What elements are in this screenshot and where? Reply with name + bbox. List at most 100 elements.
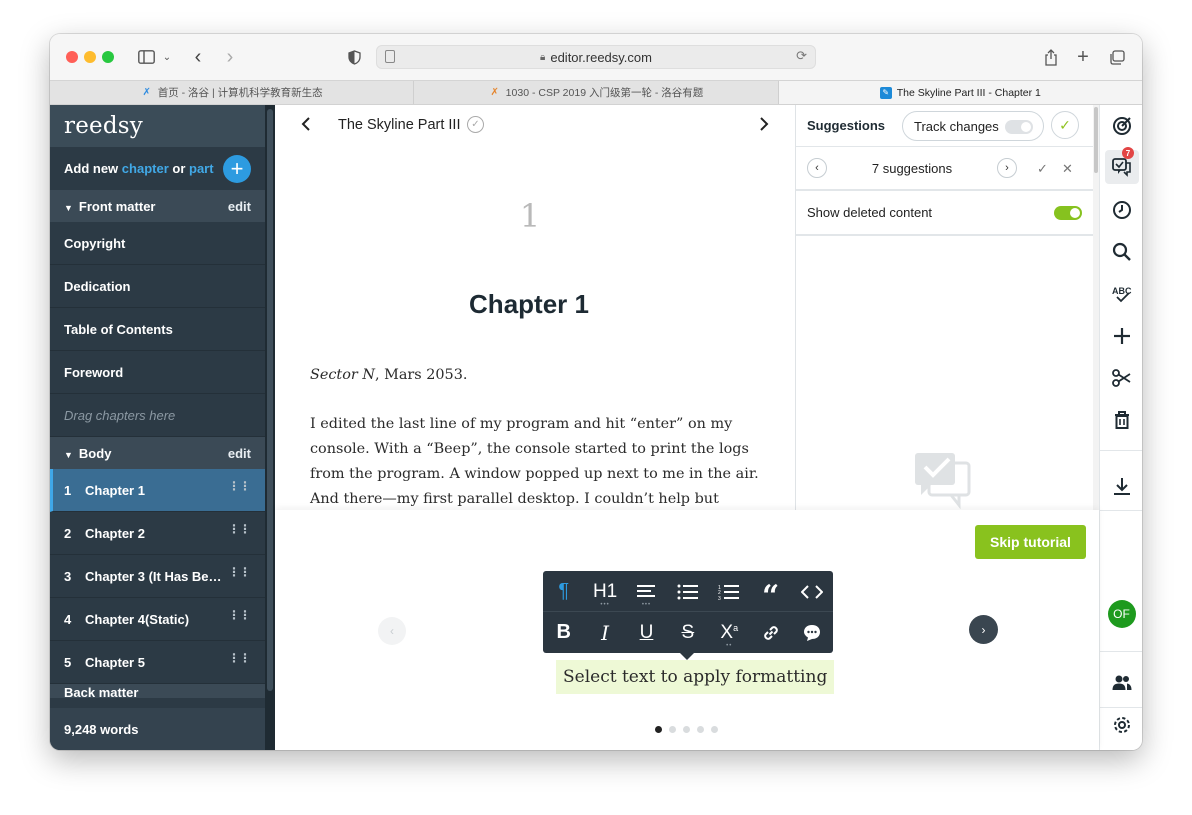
body-edit-button[interactable]: edit [228, 446, 251, 461]
sidebar-item-foreword[interactable]: Foreword [50, 351, 265, 394]
page-dot[interactable] [669, 726, 676, 733]
page-dot[interactable] [655, 726, 662, 733]
front-matter-header[interactable]: ▼ Front matter edit [50, 190, 265, 222]
reject-close-icon[interactable]: ✕ [1062, 161, 1073, 177]
chapter-title-heading[interactable]: Chapter 1 [275, 289, 783, 320]
front-matter-edit-button[interactable]: edit [228, 199, 251, 214]
cut-icon[interactable] [1100, 363, 1142, 393]
close-window-button[interactable] [66, 51, 78, 63]
reload-icon[interactable]: ⟳ [796, 48, 807, 64]
scrollbar-thumb[interactable] [1094, 107, 1098, 173]
sidebar-scrollbar[interactable] [265, 105, 275, 750]
settings-icon[interactable] [1100, 710, 1142, 740]
browser-tab-csp[interactable]: ✗ 1030 - CSP 2019 入门级第一轮 - 洛谷有题 [414, 81, 779, 104]
add-part-link[interactable]: part [189, 161, 214, 176]
sidebar-item-table-of-contents[interactable]: Table of Contents [50, 308, 265, 351]
back-matter-header[interactable]: Back matter [50, 684, 265, 698]
tab-overview-icon[interactable] [1108, 46, 1126, 68]
page-dot[interactable] [697, 726, 704, 733]
paragraph-2[interactable]: I edited the last line of my program and… [310, 412, 760, 510]
add-new-button[interactable]: + [223, 155, 251, 183]
users-icon[interactable] [1100, 668, 1142, 698]
accept-all-check-icon[interactable]: ✓ [1051, 111, 1079, 139]
address-bar[interactable]: 🔒︎ editor.reedsy.com ⟳ [376, 45, 816, 69]
paragraph-1[interactable]: Sector N, Mars 2053. [310, 363, 760, 388]
toggle-switch[interactable] [1005, 120, 1033, 134]
bullet-list-icon[interactable] [667, 571, 708, 612]
comment-icon[interactable] [791, 612, 832, 653]
add-chapter-link[interactable]: chapter [122, 161, 169, 176]
drag-handle-icon[interactable]: ⋮⋮ [228, 566, 251, 578]
history-icon[interactable] [1100, 195, 1142, 225]
sidebar-chapter-5[interactable]: 5 Chapter 5 ⋮⋮ [50, 641, 265, 684]
paragraph-icon[interactable]: ¶ [543, 571, 584, 612]
suggestions-badge: 7 [1122, 147, 1134, 159]
add-icon[interactable] [1100, 321, 1142, 351]
accept-check-icon[interactable]: ✓ [1037, 161, 1048, 177]
reader-icon[interactable] [385, 50, 395, 63]
page-dot[interactable] [683, 726, 690, 733]
tab-label: 首页 - 洛谷 | 计算机科学教育新生态 [157, 87, 323, 99]
checkmark-circle-icon[interactable]: ✓ [467, 116, 484, 133]
previous-chapter-icon[interactable] [301, 116, 311, 137]
search-icon[interactable] [1100, 237, 1142, 267]
drag-handle-icon[interactable]: ⋮⋮ [228, 652, 251, 664]
sidebar-item-dedication[interactable]: Dedication [50, 265, 265, 308]
trash-icon[interactable] [1100, 405, 1142, 435]
manuscript-editor[interactable]: The Skyline Part III ✓ 1 Chapter 1 Secto… [275, 105, 795, 510]
new-tab-icon[interactable]: + [1074, 46, 1092, 68]
chapter-number: 3 [64, 568, 72, 584]
minimize-window-button[interactable] [84, 51, 96, 63]
goals-icon[interactable] [1100, 111, 1142, 141]
user-avatar[interactable]: OF [1100, 599, 1142, 629]
sidebar-toggle-icon[interactable] [136, 46, 156, 68]
sidebar-chapter-4[interactable]: 4 Chapter 4(Static) ⋮⋮ [50, 598, 265, 641]
browser-tab-reedsy[interactable]: ✎ The Skyline Part III - Chapter 1 [778, 81, 1142, 104]
chevron-down-icon[interactable]: ⌄ [160, 46, 174, 68]
next-suggestion-icon[interactable]: › [997, 158, 1017, 178]
reedsy-logo[interactable]: reedsy [50, 105, 265, 147]
heading-icon[interactable]: H1 ••• [584, 571, 625, 612]
sidebar-chapter-3[interactable]: 3 Chapter 3 (It Has Begun) ⋮⋮ [50, 555, 265, 598]
track-changes-toggle[interactable]: Track changes [902, 111, 1044, 141]
back-nav-icon[interactable]: ‹ [188, 46, 208, 68]
chapter-number: 4 [64, 611, 72, 627]
drag-handle-icon[interactable]: ⋮⋮ [228, 523, 251, 535]
scrollbar-thumb[interactable] [267, 109, 273, 691]
download-icon[interactable] [1100, 471, 1142, 501]
bold-icon[interactable]: B [543, 612, 584, 653]
suggestions-icon[interactable]: 7 [1105, 147, 1139, 184]
sidebar-chapter-1[interactable]: 1 Chapter 1 ⋮⋮ [50, 469, 265, 512]
align-icon[interactable]: ••• [626, 571, 667, 612]
link-icon[interactable] [750, 612, 791, 653]
page-dot[interactable] [711, 726, 718, 733]
tab-label: 1030 - CSP 2019 入门级第一轮 - 洛谷有题 [505, 87, 704, 99]
tutorial-next-icon[interactable]: › [969, 615, 998, 644]
toolbar-pointer [680, 653, 694, 660]
sidebar-chapter-2[interactable]: 2 Chapter 2 ⋮⋮ [50, 512, 265, 555]
quote-icon[interactable]: “ [750, 571, 791, 612]
tutorial-previous-icon[interactable]: ‹ [378, 617, 406, 645]
code-icon[interactable] [791, 571, 832, 612]
drag-handle-icon[interactable]: ⋮⋮ [228, 480, 251, 492]
drag-handle-icon[interactable]: ⋮⋮ [228, 609, 251, 621]
skip-tutorial-button[interactable]: Skip tutorial [975, 525, 1086, 559]
suggestions-nav: ‹ 7 suggestions › ✓ ✕ [796, 147, 1099, 191]
italic-icon[interactable]: I [584, 612, 625, 653]
privacy-shield-icon[interactable] [346, 46, 362, 68]
show-deleted-toggle[interactable] [1054, 206, 1082, 220]
zoom-window-button[interactable] [102, 51, 114, 63]
next-chapter-icon[interactable] [759, 116, 769, 137]
more-dots-icon: ••• [600, 602, 610, 608]
superscript-icon[interactable]: Xa •• [709, 612, 750, 653]
forward-nav-icon[interactable]: › [220, 46, 240, 68]
underline-icon[interactable]: U [626, 612, 667, 653]
sidebar-item-copyright[interactable]: Copyright [50, 222, 265, 265]
body-section-header[interactable]: ▼ Body edit [50, 437, 265, 469]
paragraph-text: , Mars 2053. [374, 367, 468, 383]
spellcheck-icon[interactable]: ABC [1100, 279, 1142, 309]
share-icon[interactable] [1042, 46, 1060, 68]
numbered-list-icon[interactable]: 123 [709, 571, 750, 612]
browser-tab-luogu[interactable]: ✗ 首页 - 洛谷 | 计算机科学教育新生态 [50, 81, 415, 104]
strikethrough-icon[interactable]: S [667, 612, 708, 653]
